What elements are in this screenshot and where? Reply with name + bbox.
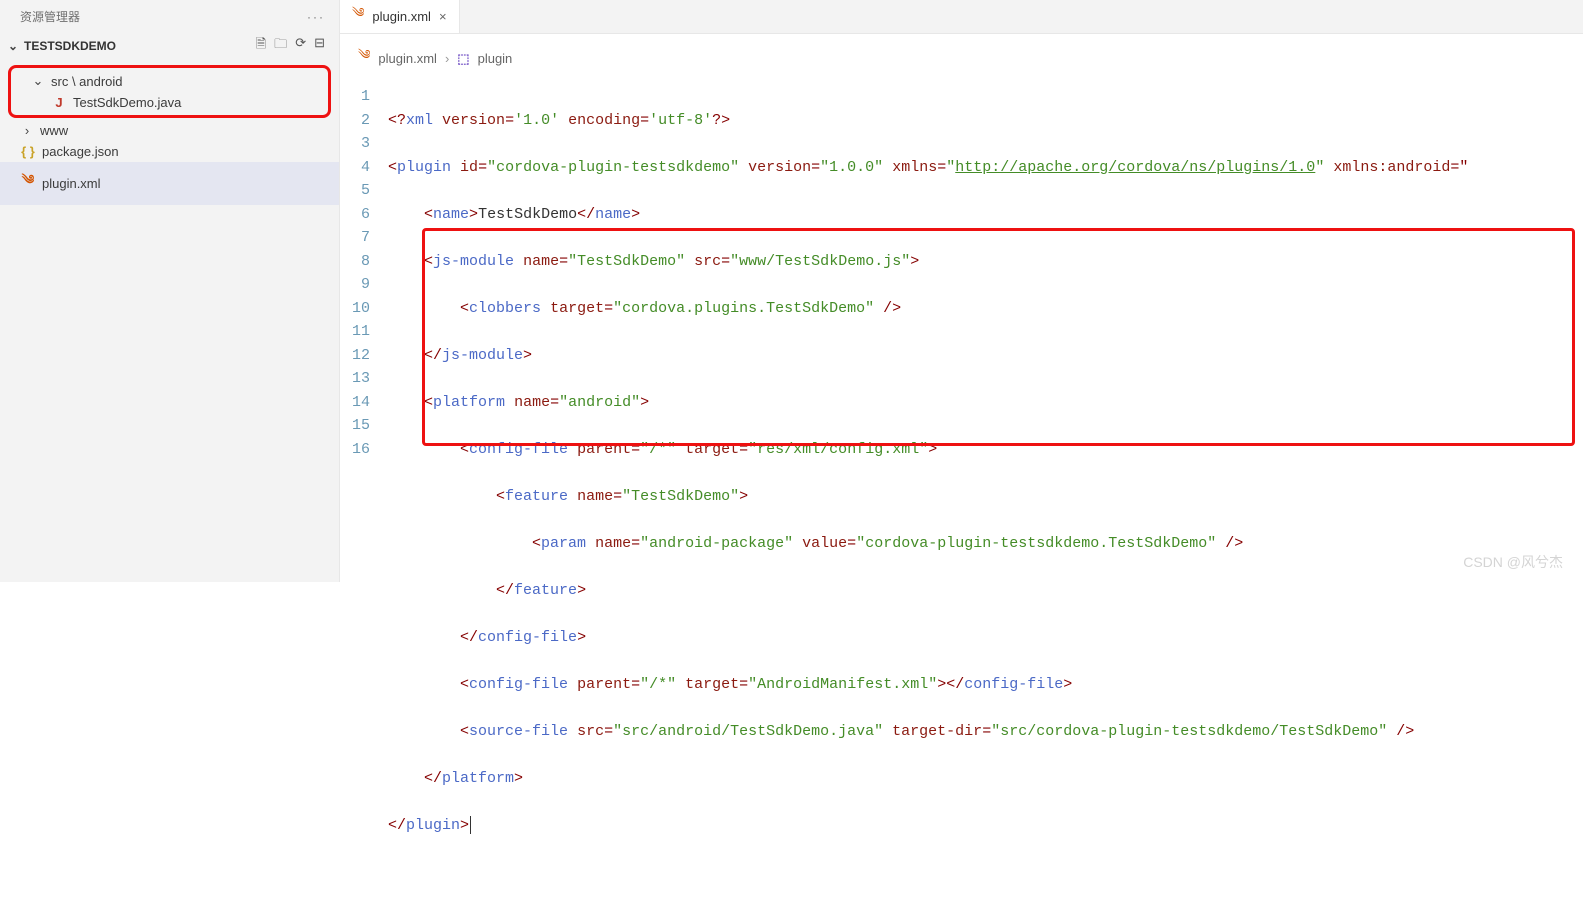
close-icon[interactable]: × bbox=[439, 9, 447, 24]
tree-label: src \ android bbox=[51, 74, 123, 89]
refresh-icon[interactable]: ⟳ bbox=[295, 35, 306, 57]
tab-plugin-xml[interactable]: ༄ plugin.xml × bbox=[340, 0, 460, 33]
breadcrumb-file[interactable]: plugin.xml bbox=[378, 51, 437, 66]
tree-file-package-json[interactable]: { } package.json bbox=[0, 141, 339, 162]
explorer-title: 资源管理器 bbox=[20, 8, 80, 25]
text-cursor bbox=[470, 816, 471, 834]
highlight-box-tree: ⌄ src \ android J TestSdkDemo.java bbox=[8, 65, 331, 118]
chevron-down-icon: ⌄ bbox=[31, 73, 45, 89]
tab-bar: ༄ plugin.xml × bbox=[340, 0, 1583, 34]
tab-label: plugin.xml bbox=[372, 9, 431, 24]
breadcrumb-node[interactable]: plugin bbox=[478, 51, 513, 66]
file-tree: ⌄ src \ android J TestSdkDemo.java › www… bbox=[0, 61, 339, 207]
chevron-right-icon: › bbox=[445, 51, 449, 66]
json-file-icon: { } bbox=[20, 144, 36, 159]
tree-label: TestSdkDemo.java bbox=[73, 95, 181, 110]
java-file-icon: J bbox=[51, 95, 67, 110]
tree-file-java[interactable]: J TestSdkDemo.java bbox=[11, 92, 328, 113]
xml-file-icon: ༄ bbox=[358, 40, 370, 77]
more-icon[interactable]: ··· bbox=[307, 10, 325, 24]
new-file-icon[interactable]: 🗎 bbox=[256, 35, 266, 57]
xml-file-icon: ༄ bbox=[20, 165, 36, 202]
watermark: CSDN @风兮杰 bbox=[1463, 552, 1563, 572]
sidebar: 资源管理器 ··· ⌄ TESTSDKDEMO 🗎 🗀 ⟳ ⊟ ⌄ src \ … bbox=[0, 0, 340, 582]
project-name: TESTSDKDEMO bbox=[24, 39, 116, 53]
chevron-down-icon: ⌄ bbox=[6, 39, 20, 53]
new-folder-icon[interactable]: 🗀 bbox=[274, 35, 287, 57]
tree-label: plugin.xml bbox=[42, 176, 101, 191]
tree-folder-www[interactable]: › www bbox=[0, 120, 339, 141]
tree-folder-android[interactable]: ⌄ src \ android bbox=[11, 70, 328, 92]
tree-file-plugin-xml[interactable]: ༄ plugin.xml bbox=[0, 162, 339, 205]
editor-area: ༄ plugin.xml × ༄ plugin.xml › ⬚ plugin 1… bbox=[340, 0, 1583, 582]
line-gutter: 12345678 910111213141516 bbox=[340, 85, 388, 908]
project-row[interactable]: ⌄ TESTSDKDEMO 🗎 🗀 ⟳ ⊟ bbox=[0, 31, 339, 61]
tree-label: package.json bbox=[42, 144, 119, 159]
code-editor[interactable]: 12345678 910111213141516 <?xml version='… bbox=[340, 83, 1583, 908]
node-icon: ⬚ bbox=[457, 51, 469, 67]
tree-label: www bbox=[40, 123, 68, 138]
chevron-right-icon: › bbox=[20, 123, 34, 138]
breadcrumb[interactable]: ༄ plugin.xml › ⬚ plugin bbox=[340, 34, 1583, 83]
explorer-header: 资源管理器 ··· bbox=[0, 0, 339, 31]
code-content[interactable]: <?xml version='1.0' encoding='utf-8'?> <… bbox=[388, 85, 1583, 908]
xml-file-icon: ༄ bbox=[352, 0, 364, 35]
collapse-icon[interactable]: ⊟ bbox=[314, 35, 325, 57]
